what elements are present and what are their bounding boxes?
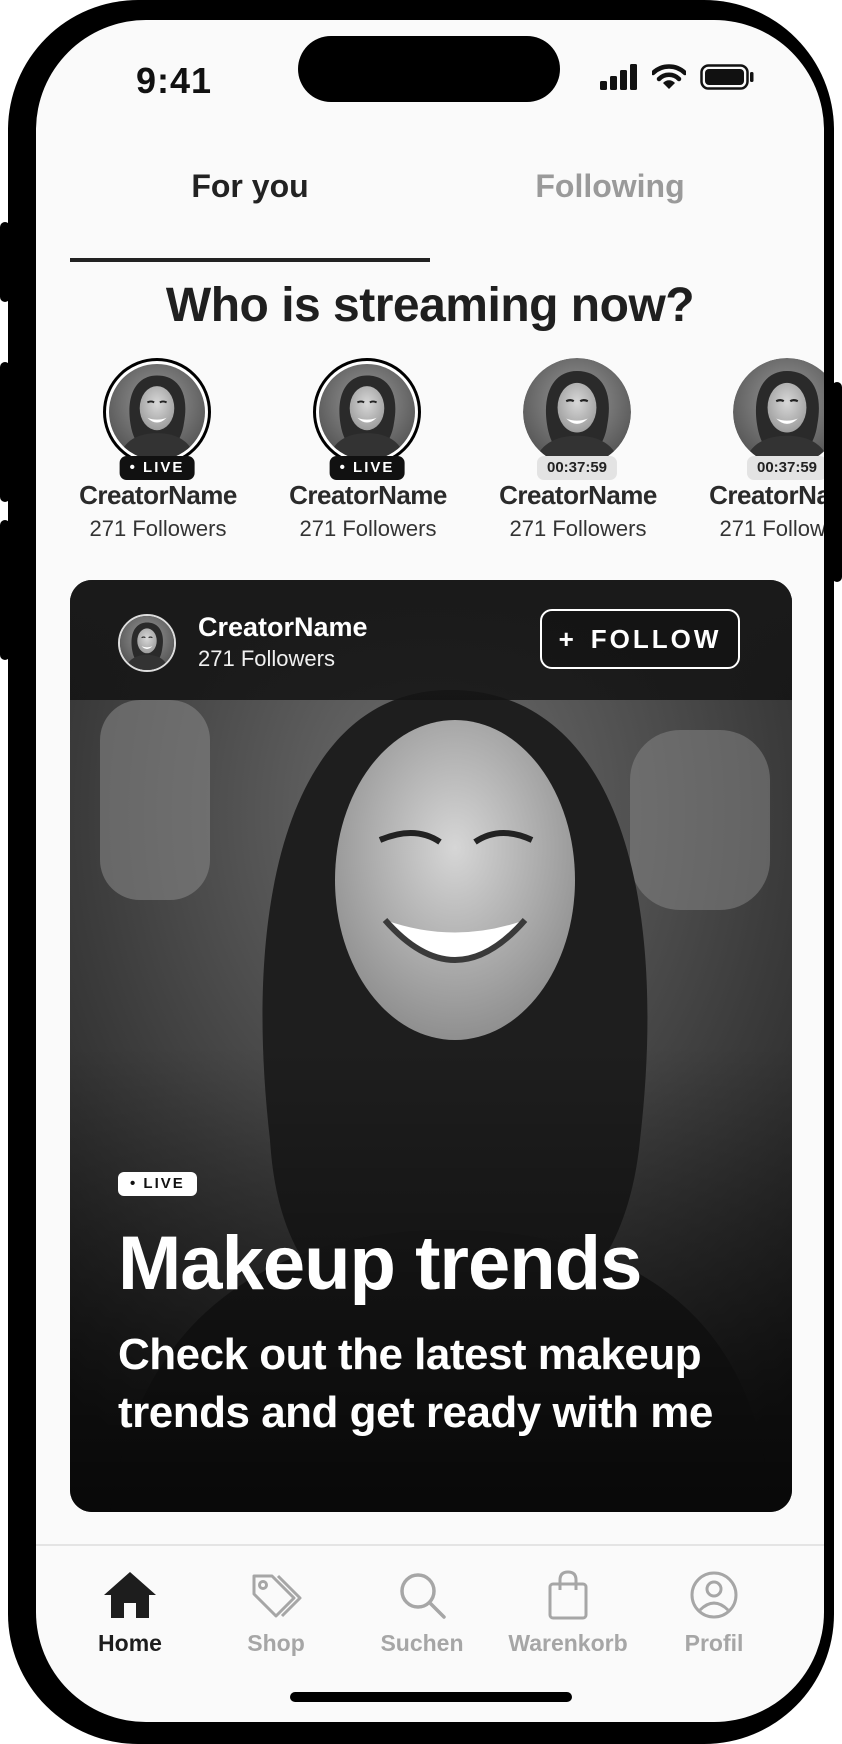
- creator-avatar[interactable]: [733, 358, 824, 466]
- status-icons: [600, 64, 754, 90]
- profile-icon: [690, 1571, 738, 1619]
- nav-divider: [36, 1544, 824, 1546]
- creator-followers: 271 Followers: [89, 516, 227, 541]
- power-button: [832, 382, 842, 582]
- nav-label: Suchen: [380, 1630, 464, 1656]
- creator-followers: 271 Followers: [299, 516, 437, 541]
- battery-icon: [700, 64, 754, 90]
- creator-name: CreatorName: [79, 480, 237, 510]
- tab-following[interactable]: Following: [430, 168, 790, 205]
- featured-stream-card[interactable]: CreatorName 271 Followers + FOLLOW • LIV…: [70, 580, 792, 1512]
- nav-item-search[interactable]: Suchen: [352, 1570, 492, 1657]
- tag-icon: [252, 1574, 302, 1618]
- creator-avatar[interactable]: [523, 358, 631, 466]
- nav-label: Shop: [247, 1630, 305, 1656]
- creator-avatar[interactable]: [313, 358, 421, 466]
- stream-duration-badge: 00:37:59: [746, 456, 824, 480]
- home-indicator[interactable]: [290, 1692, 572, 1702]
- tab-for-you[interactable]: For you: [70, 168, 430, 205]
- status-time: 9:41: [136, 60, 213, 101]
- active-tab-indicator: [70, 258, 430, 262]
- volume-down-button: [0, 520, 10, 660]
- home-icon: [104, 1572, 156, 1618]
- cellular-signal-icon: [600, 64, 637, 90]
- shopping-bag-icon: [548, 1570, 588, 1620]
- creator-followers: 271 Followers: [509, 516, 647, 541]
- card-creator-name[interactable]: CreatorName: [198, 612, 368, 643]
- creator-followers: 271 Followers: [719, 516, 824, 541]
- wifi-icon: [652, 64, 686, 89]
- follow-button[interactable]: + FOLLOW: [540, 609, 740, 669]
- nav-label: Profil: [684, 1630, 744, 1656]
- bottom-navigation: Home Shop Suchen Warenkorb Profil: [36, 1550, 824, 1680]
- phone-frame: 9:41 For you Following Who is streaming …: [8, 0, 834, 1744]
- app-screen: 9:41 For you Following Who is streaming …: [36, 20, 824, 1722]
- nav-item-cart[interactable]: Warenkorb: [498, 1570, 638, 1657]
- nav-label: Home: [98, 1630, 162, 1656]
- stream-description: Check out the latest makeup trends and g…: [118, 1330, 713, 1437]
- feed-tabs: For you Following: [70, 168, 790, 262]
- follow-label: FOLLOW: [590, 623, 722, 654]
- search-icon: [400, 1573, 446, 1619]
- action-button: [0, 222, 10, 302]
- stream-title: Makeup trends: [118, 1221, 642, 1306]
- nav-item-profile[interactable]: Profil: [644, 1570, 784, 1657]
- live-badge: • LIVE: [329, 456, 405, 480]
- volume-up-button: [0, 362, 10, 502]
- live-badge: • LIVE: [119, 456, 195, 480]
- nav-label: Warenkorb: [508, 1630, 628, 1656]
- creator-name: CreatorName: [499, 480, 657, 510]
- creator-avatar[interactable]: [103, 358, 211, 466]
- stream-duration-badge: 00:37:59: [536, 456, 618, 480]
- card-creator-avatar[interactable]: [118, 614, 176, 672]
- card-creator-followers: 271 Followers: [198, 646, 335, 671]
- creator-name: CreatorName: [289, 480, 447, 510]
- nav-item-home[interactable]: Home: [60, 1570, 200, 1657]
- creator-carousel[interactable]: • LIVE CreatorName 271 Followers • LIVE …: [36, 358, 824, 568]
- section-heading: Who is streaming now?: [165, 279, 695, 332]
- dynamic-island: [298, 36, 560, 102]
- card-live-badge: • LIVE: [118, 1172, 197, 1196]
- nav-item-shop[interactable]: Shop: [206, 1570, 346, 1657]
- plus-icon: +: [558, 623, 577, 654]
- creator-name: CreatorName: [709, 480, 824, 510]
